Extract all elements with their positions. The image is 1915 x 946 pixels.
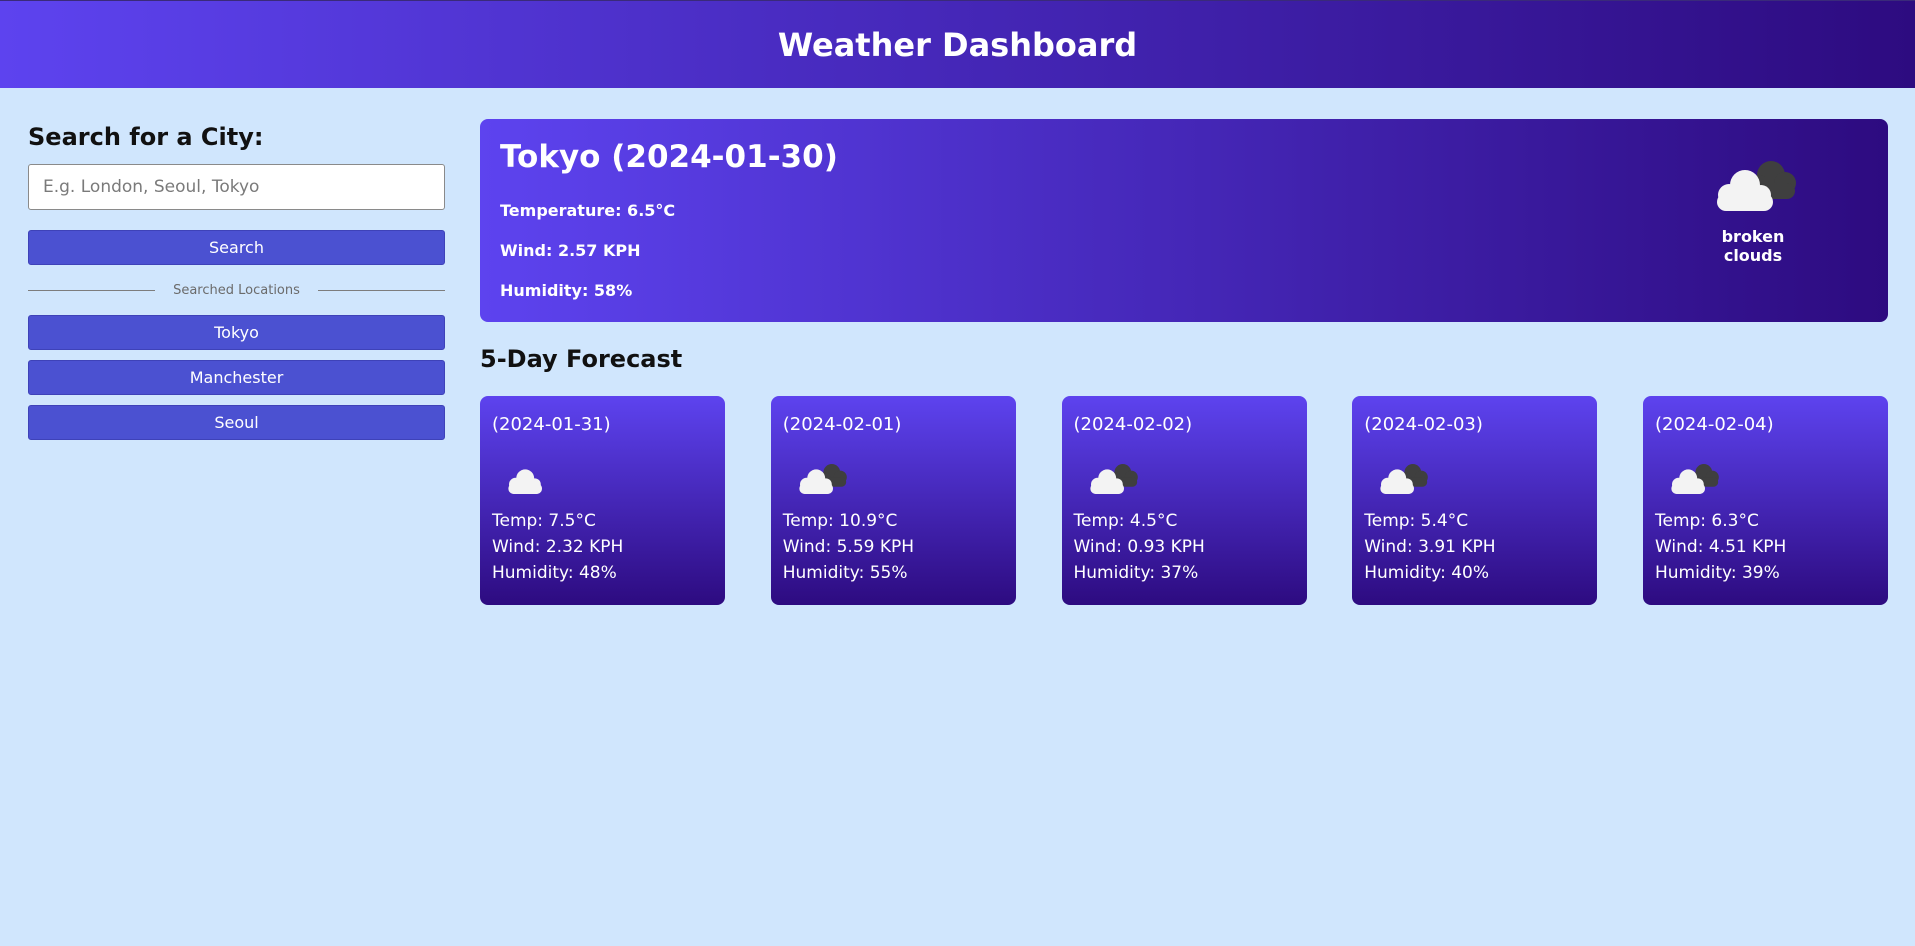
main-content: Tokyo (2024-01-30) Temperature: 6.5°C Wi… — [480, 119, 1888, 605]
divider-line-right — [317, 289, 445, 291]
forecast-card: (2024-02-03) Temp: 5.4°C Wind: 3.91 KPH … — [1352, 396, 1598, 605]
broken-clouds-icon — [1380, 464, 1429, 494]
current-temperature: Temperature: 6.5°C — [500, 201, 676, 220]
forecast-card: (2024-02-01) Temp: 10.9°C Wind: 5.59 KPH… — [770, 396, 1016, 605]
broken-clouds-icon — [799, 464, 847, 494]
city-search-input[interactable] — [28, 164, 445, 210]
forecast-card: (2024-01-31) Temp: 7.5°C Wind: 2.32 KPH … — [480, 396, 725, 605]
current-humidity: Humidity: 58% — [500, 281, 633, 300]
forecast-cards: (2024-01-31) Temp: 7.5°C Wind: 2.32 KPH … — [480, 396, 1888, 605]
divider-line-left — [28, 289, 156, 291]
forecast-humidity: Humidity: 40% — [1364, 563, 1490, 583]
forecast-card: (2024-02-02) Temp: 4.5°C Wind: 0.93 KPH … — [1061, 396, 1307, 605]
current-description: broken clouds — [1721, 227, 1785, 265]
current-icon-wrap: broken clouds — [1698, 155, 1808, 265]
divider-label: Searched Locations — [173, 282, 300, 298]
forecast-temp: Temp: 5.4°C — [1364, 511, 1469, 531]
history-button-seoul[interactable]: Seoul — [28, 405, 445, 440]
forecast-card: (2024-02-04) Temp: 6.3°C Wind: 4.51 KPH … — [1643, 396, 1888, 605]
forecast-date: (2024-02-02) — [1073, 414, 1193, 435]
broken-clouds-icon — [1717, 161, 1796, 211]
forecast-date: (2024-02-03) — [1364, 414, 1483, 435]
forecast-date: (2024-02-04) — [1655, 414, 1774, 435]
page-title: Weather Dashboard — [777, 25, 1138, 64]
forecast-title: 5-Day Forecast — [480, 345, 683, 373]
forecast-wind: Wind: 4.51 KPH — [1655, 537, 1787, 557]
cloud-icon — [508, 469, 542, 494]
broken-clouds-icon — [1089, 464, 1138, 494]
forecast-wind: Wind: 3.91 KPH — [1364, 537, 1496, 557]
forecast-temp: Temp: 7.5°C — [492, 511, 596, 531]
searched-locations-divider: Searched Locations — [28, 279, 445, 301]
search-button[interactable]: Search — [28, 230, 445, 265]
current-weather-card: Tokyo (2024-01-30) Temperature: 6.5°C Wi… — [480, 119, 1888, 322]
forecast-humidity: Humidity: 55% — [782, 563, 908, 583]
forecast-date: (2024-02-01) — [782, 414, 902, 435]
forecast-humidity: Humidity: 37% — [1073, 563, 1199, 583]
forecast-temp: Temp: 6.3°C — [1655, 511, 1759, 531]
app-header: Weather Dashboard — [0, 0, 1915, 88]
current-city-title: Tokyo (2024-01-30) — [500, 139, 838, 175]
current-wind: Wind: 2.57 KPH — [500, 241, 641, 260]
forecast-wind: Wind: 2.32 KPH — [492, 537, 624, 557]
forecast-temp: Temp: 10.9°C — [782, 511, 898, 531]
forecast-wind: Wind: 5.59 KPH — [782, 537, 915, 557]
search-heading: Search for a City: — [28, 123, 264, 151]
forecast-date: (2024-01-31) — [492, 414, 611, 435]
broken-clouds-icon — [1671, 464, 1719, 494]
forecast-wind: Wind: 0.93 KPH — [1073, 537, 1205, 557]
forecast-humidity: Humidity: 48% — [492, 563, 617, 583]
history-list: Tokyo Manchester Seoul — [28, 315, 445, 440]
forecast-humidity: Humidity: 39% — [1655, 563, 1780, 583]
sidebar: Search for a City: Search Searched Locat… — [28, 118, 445, 440]
history-button-tokyo[interactable]: Tokyo — [28, 315, 445, 350]
forecast-temp: Temp: 4.5°C — [1073, 511, 1178, 531]
history-button-manchester[interactable]: Manchester — [28, 360, 445, 395]
